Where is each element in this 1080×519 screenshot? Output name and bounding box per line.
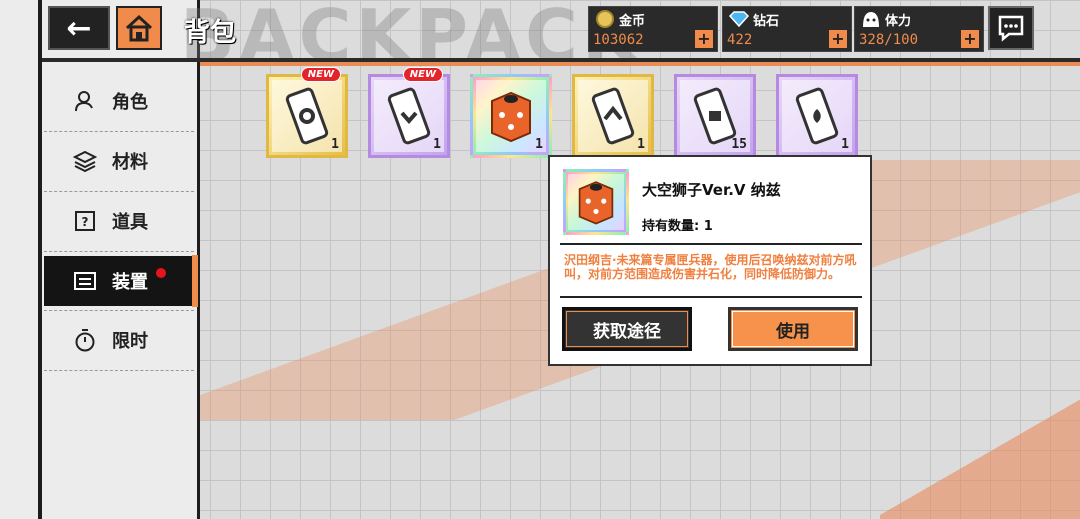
mystery-box-icon: ?: [70, 210, 100, 232]
popup-item-name: 大空狮子Ver.V 纳兹: [642, 181, 781, 199]
back-arrow-icon: ←: [66, 10, 92, 46]
currency-value: 328/100: [859, 32, 919, 48]
page-title: 背包: [184, 18, 237, 48]
notification-badge: [156, 268, 166, 278]
currency-value: 103062: [593, 32, 644, 48]
header: BACKPACK ← 背包 金币 103062 + 钻石 422 + 体力 32…: [0, 0, 1080, 78]
scroll-device-icon: [285, 87, 329, 145]
obtain-source-button[interactable]: 获取途径: [562, 307, 692, 351]
timer-icon: [70, 328, 100, 352]
popup-divider: [560, 296, 862, 298]
sidebar-divider: [44, 310, 194, 311]
item-detail-popup: 大空狮子Ver.V 纳兹 持有数量: 1 沢田纲吉·未来篇专属匣兵器，使用后召唤…: [548, 155, 872, 366]
diamond-icon: [728, 10, 750, 28]
item-count: 1: [433, 137, 441, 152]
currency-diamond: 钻石 422 +: [722, 6, 852, 52]
currency-name: 体力: [885, 14, 912, 29]
item-count: 1: [637, 137, 645, 152]
item-count: 1: [535, 137, 543, 152]
sidebar-divider: [44, 131, 194, 132]
sidebar-divider: [44, 191, 194, 192]
currency-name: 钻石: [753, 14, 780, 29]
sidebar-item-label: 装置: [112, 272, 148, 293]
home-icon: [125, 14, 153, 42]
currency-stamina: 体力 328/100 +: [854, 6, 984, 52]
currency-value: 422: [727, 32, 753, 48]
person-icon: [70, 90, 100, 112]
sidebar-item-label: 材料: [112, 152, 148, 173]
popup-divider: [560, 243, 862, 245]
header-accent-line: [200, 62, 1080, 66]
sidebar-item-props[interactable]: ? 道具: [44, 196, 194, 246]
inventory-item[interactable]: 1: [470, 74, 552, 158]
scroll-device-icon: [795, 87, 839, 145]
back-button[interactable]: ←: [48, 6, 110, 50]
layers-icon: [70, 150, 100, 172]
popup-item-quantity: 持有数量: 1: [642, 219, 713, 234]
sidebar-edge: [38, 0, 42, 519]
sidebar-item-materials[interactable]: 材料: [44, 136, 194, 186]
sidebar-item-devices[interactable]: 装置: [44, 256, 194, 306]
new-badge: NEW: [402, 67, 443, 82]
item-count: 1: [841, 137, 849, 152]
background-stripe-corner: [880, 369, 1080, 519]
sidebar-divider: [44, 370, 194, 371]
coin-icon: [594, 10, 616, 28]
new-badge: NEW: [300, 67, 341, 82]
sidebar-divider: [44, 251, 194, 252]
currency-gold: 金币 103062 +: [588, 6, 718, 52]
scroll-device-icon: [387, 87, 431, 145]
add-gold-button[interactable]: +: [695, 30, 713, 48]
inventory-item[interactable]: 1: [776, 74, 858, 158]
currency-name: 金币: [619, 14, 646, 29]
use-button[interactable]: 使用: [728, 307, 858, 351]
chat-button[interactable]: [988, 6, 1034, 50]
inventory-item[interactable]: 15: [674, 74, 756, 158]
inventory-item[interactable]: 1 NEW: [368, 67, 450, 158]
item-count: 1: [331, 137, 339, 152]
add-stamina-button[interactable]: +: [961, 30, 979, 48]
home-button[interactable]: [116, 6, 162, 50]
item-count: 15: [731, 137, 747, 152]
popup-item-description: 沢田纲吉·未来篇专属匣兵器，使用后召唤纳兹对前方吼叫，对前方范围造成伤害并石化，…: [564, 253, 857, 281]
lantern-box-icon: [578, 181, 614, 225]
add-diamond-button[interactable]: +: [829, 30, 847, 48]
sidebar-item-label: 道具: [112, 212, 148, 233]
sidebar-item-label: 角色: [112, 92, 148, 113]
active-indicator: [192, 255, 198, 307]
stamina-icon: [860, 10, 882, 28]
sidebar-item-limited[interactable]: 限时: [44, 315, 194, 365]
chat-icon: [998, 15, 1024, 42]
inventory-item[interactable]: 1 NEW: [266, 67, 348, 158]
popup-item-image: [563, 169, 629, 235]
svg-text:?: ?: [82, 215, 89, 229]
device-icon: [70, 270, 100, 292]
scroll-device-icon: [591, 87, 635, 145]
sidebar-item-label: 限时: [112, 331, 148, 352]
sidebar-item-character[interactable]: 角色: [44, 76, 194, 126]
inventory-item[interactable]: 1: [572, 74, 654, 158]
lantern-box-icon: [491, 91, 531, 143]
